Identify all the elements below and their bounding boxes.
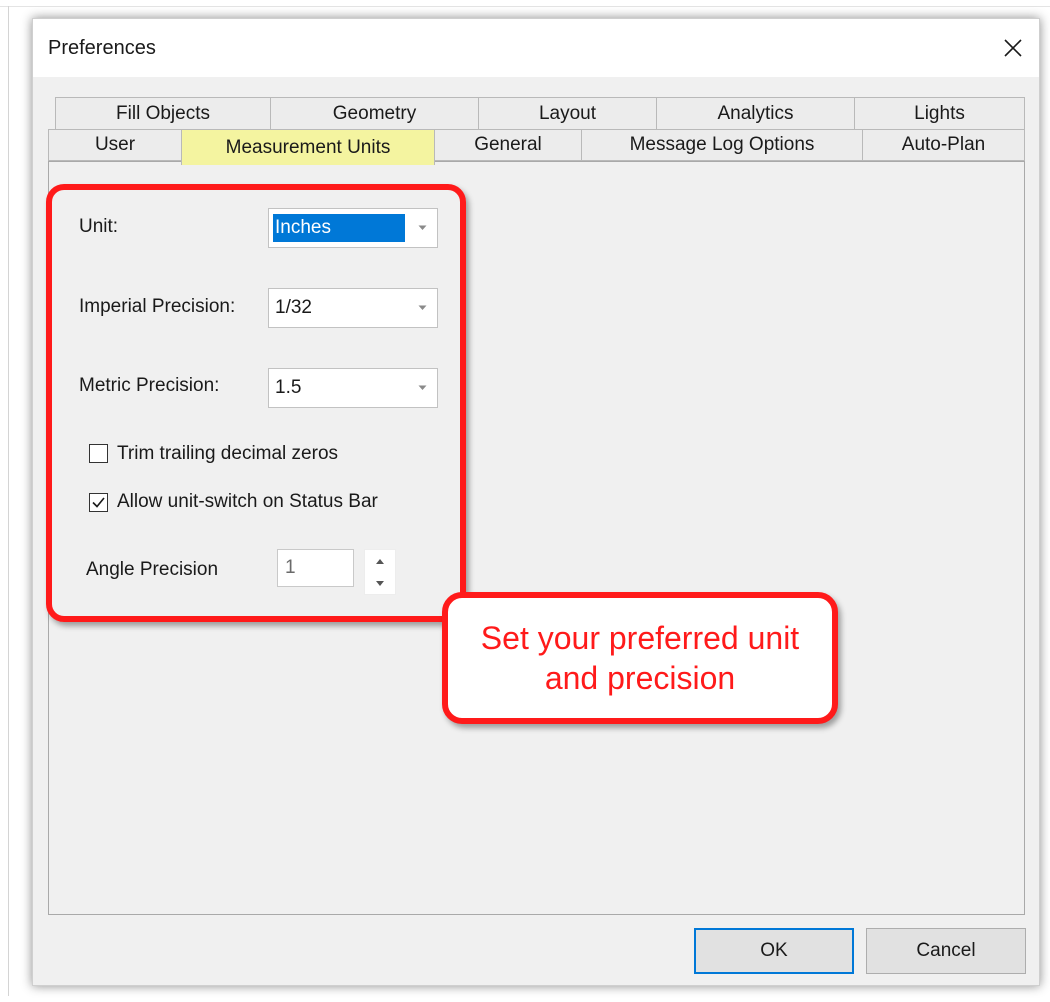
tab-user[interactable]: User: [48, 129, 182, 161]
annotation-callout: Set your preferred unit and precision: [442, 592, 838, 724]
unit-select[interactable]: Inches: [268, 208, 438, 248]
unit-value: Inches: [273, 214, 405, 242]
tab-label: Analytics: [717, 102, 794, 124]
chevron-down-icon: [418, 385, 427, 390]
tab-label: General: [474, 134, 542, 155]
title-bar: Preferences: [33, 19, 1039, 77]
close-button[interactable]: [987, 19, 1039, 77]
backdrop-border: [8, 6, 9, 996]
allow-unit-switch-checkbox[interactable]: [89, 493, 108, 512]
tab-label: Measurement Units: [225, 136, 391, 158]
ok-button[interactable]: OK: [694, 928, 854, 974]
chevron-down-icon: [418, 305, 427, 310]
callout-text: Set your preferred unit and precision: [480, 620, 800, 696]
tab-label: Layout: [538, 102, 597, 124]
unit-label: Unit:: [79, 216, 119, 237]
tab-label: Lights: [914, 102, 965, 124]
preferences-dialog: Preferences Fill Objects Geometry Layout…: [32, 18, 1040, 986]
tab-layout[interactable]: Layout: [478, 97, 657, 130]
imperial-precision-label: Imperial Precision:: [79, 296, 236, 317]
tab-label: Geometry: [332, 102, 417, 124]
tab-label: Auto-Plan: [901, 134, 986, 155]
tab-analytics[interactable]: Analytics: [656, 97, 855, 130]
cancel-label: Cancel: [916, 940, 976, 961]
chevron-down-icon: [418, 225, 427, 230]
backdrop-border: [0, 6, 1050, 7]
imperial-precision-value: 1/32: [275, 297, 312, 318]
spin-down-button[interactable]: [365, 572, 395, 594]
tab-measurement-units[interactable]: Measurement Units: [181, 129, 435, 165]
tab-auto-plan[interactable]: Auto-Plan: [862, 129, 1025, 161]
tab-geometry[interactable]: Geometry: [270, 97, 479, 130]
angle-precision-label: Angle Precision: [86, 559, 219, 580]
tab-label: User: [94, 134, 136, 155]
metric-precision-value: 1.5: [275, 377, 302, 398]
tab-fill-objects[interactable]: Fill Objects: [55, 97, 271, 130]
imperial-precision-select[interactable]: 1/32: [268, 288, 438, 328]
tab-general[interactable]: General: [434, 129, 582, 161]
tab-label: Fill Objects: [116, 102, 210, 124]
measurement-units-panel: [48, 161, 1025, 915]
metric-precision-select[interactable]: 1.5: [268, 368, 438, 408]
cancel-button[interactable]: Cancel: [866, 928, 1026, 974]
angle-precision-input[interactable]: 1: [277, 549, 354, 587]
tab-label: Message Log Options: [629, 134, 815, 155]
ok-label: OK: [760, 940, 788, 961]
chevron-down-icon: [376, 580, 384, 586]
angle-precision-value: 1: [285, 557, 296, 578]
chevron-up-icon: [376, 558, 384, 564]
tab-message-log-options[interactable]: Message Log Options: [581, 129, 863, 161]
metric-precision-label: Metric Precision:: [79, 375, 220, 396]
trim-zeros-label: Trim trailing decimal zeros: [117, 443, 339, 464]
trim-zeros-checkbox[interactable]: [89, 444, 108, 463]
allow-unit-switch-label: Allow unit-switch on Status Bar: [117, 491, 378, 512]
close-icon: [1004, 39, 1022, 57]
checkmark-icon: [92, 497, 105, 508]
tab-lights[interactable]: Lights: [854, 97, 1025, 130]
dialog-title: Preferences: [48, 37, 156, 59]
angle-precision-stepper: [364, 549, 396, 595]
spin-up-button[interactable]: [365, 550, 395, 572]
